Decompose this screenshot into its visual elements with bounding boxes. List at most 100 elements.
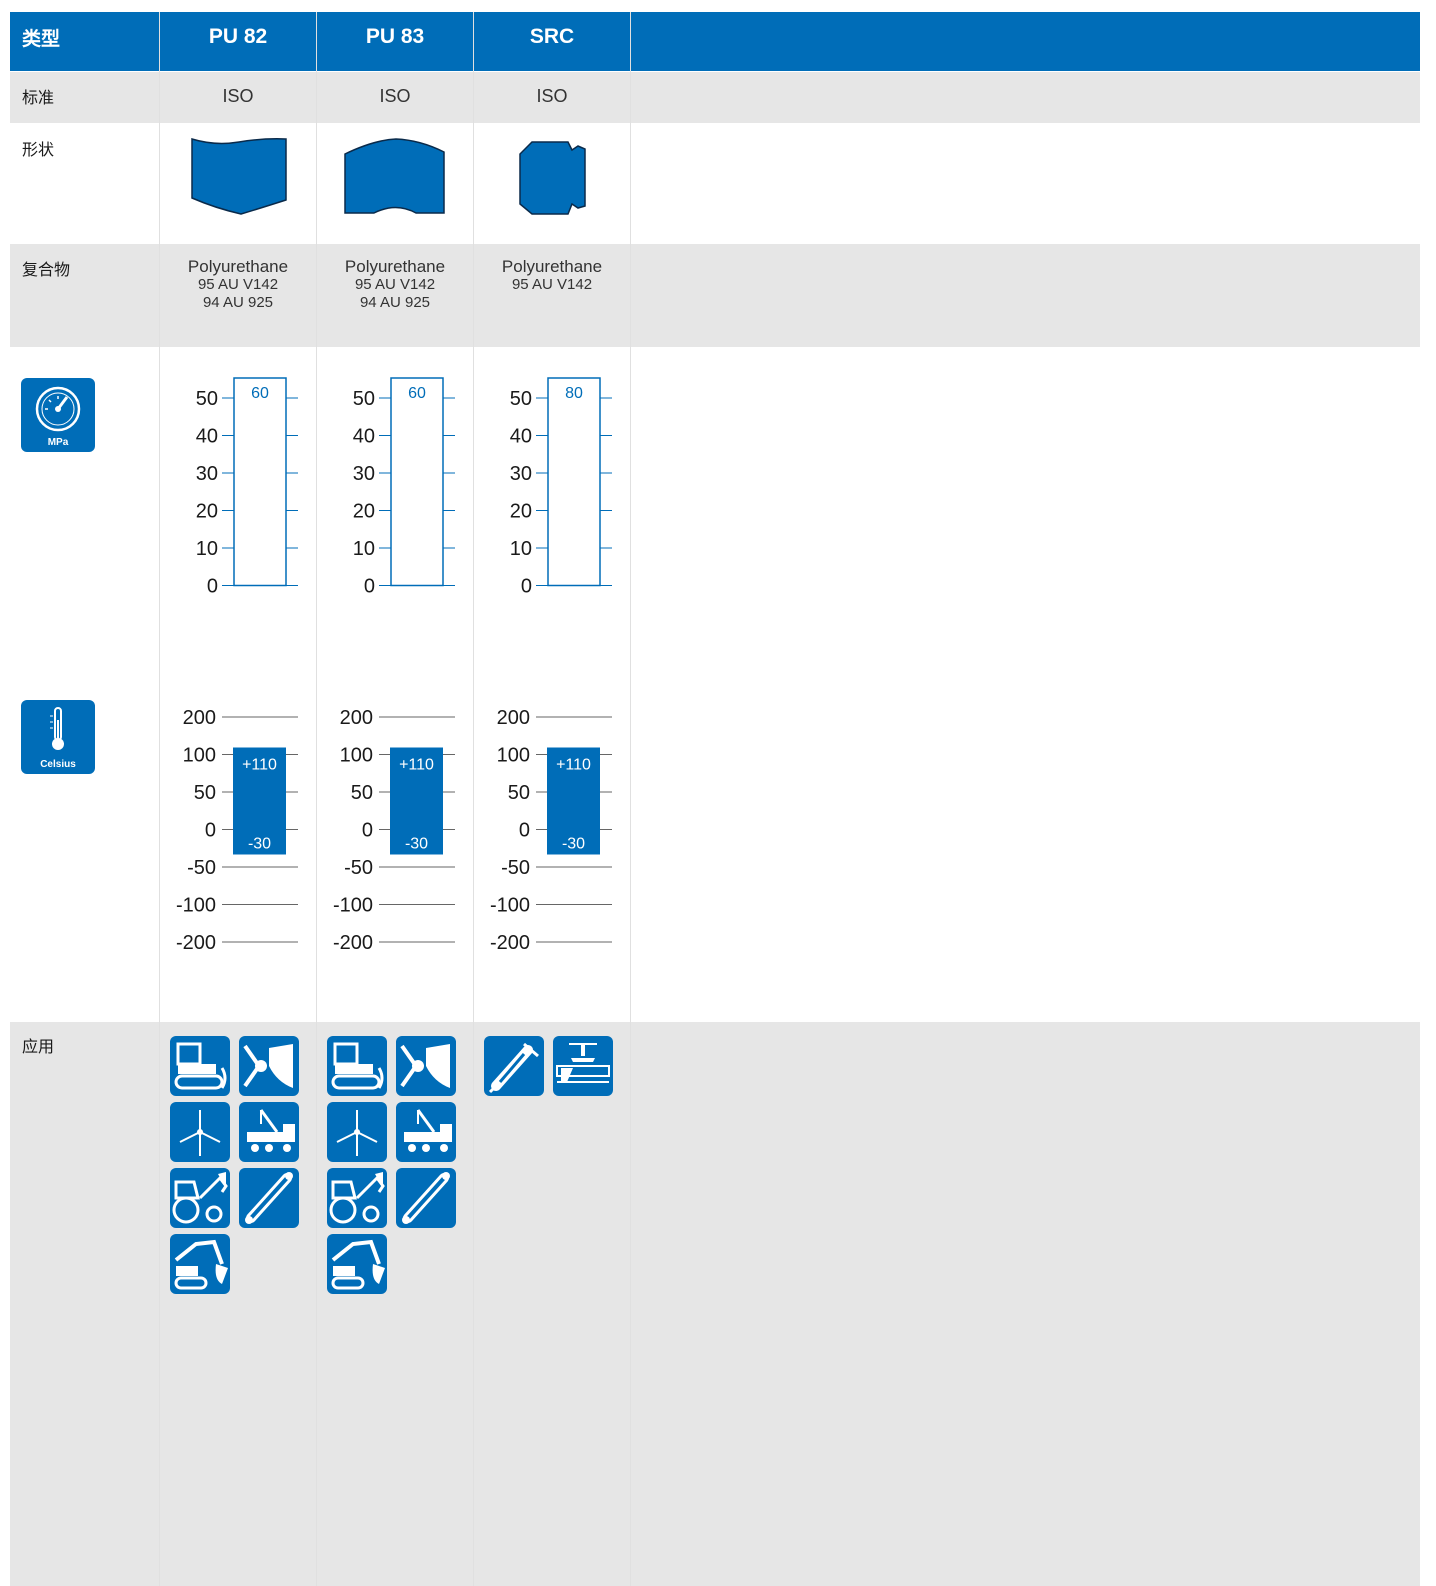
- standard-row-label: 标准: [22, 88, 55, 107]
- pressure-badge: MPa: [21, 378, 95, 452]
- pressure-tick-label: 40: [196, 426, 218, 448]
- bucket-loader-icon: [396, 1036, 456, 1096]
- product-title-pu82: PU 82: [208, 25, 268, 48]
- seal-profile-pu82: [191, 138, 287, 215]
- pressure-max-label: 60: [251, 385, 269, 402]
- product-title-src: SRC: [529, 25, 575, 48]
- press-machine-icon: [553, 1036, 613, 1096]
- tractor-loader-icon: [170, 1168, 230, 1228]
- shape-row-label: 形状: [22, 140, 55, 159]
- pressure-tick-label: 0: [364, 576, 375, 598]
- material-name: Polyurethane: [187, 257, 289, 276]
- crawler-dozer-icon: [327, 1036, 387, 1096]
- temperature-tick-label: -50: [344, 857, 373, 879]
- material-name: Polyurethane: [501, 257, 603, 276]
- pressure-tick-label: 10: [196, 538, 218, 560]
- temperature-tick-label: 0: [205, 820, 216, 842]
- pressure-tick-label: 0: [521, 576, 532, 598]
- compound-cell-pu83: Polyurethane 95 AU V142 94 AU 925: [317, 258, 473, 312]
- pressure-tick-label: 20: [510, 501, 532, 523]
- temperature-tick-label: 100: [340, 745, 373, 767]
- temperature-chart-pu83: 200 100 50 0 -50 -100 -200 +110 -30: [333, 707, 455, 954]
- tractor-loader-icon: [327, 1168, 387, 1228]
- excavator-icon: [327, 1234, 387, 1294]
- material-grade: 94 AU 925: [359, 294, 431, 311]
- material-grade: 95 AU V142: [511, 276, 593, 293]
- pressure-tick-label: 40: [353, 426, 375, 448]
- standard-value: ISO: [222, 86, 254, 106]
- pressure-tick-label: 0: [207, 576, 218, 598]
- pressure-chart-pu82: 50 40 30 20 10 0 60: [196, 377, 298, 598]
- pressure-tick-label: 50: [510, 388, 532, 410]
- pressure-tick-label: 30: [196, 463, 218, 485]
- temperature-tick-label: 200: [183, 707, 216, 729]
- temperature-tick-label: 50: [508, 782, 530, 804]
- temperature-tick-label: 100: [497, 745, 530, 767]
- jackhammer-icon: [484, 1036, 544, 1096]
- compound-cell-src: Polyurethane 95 AU V142: [474, 258, 630, 294]
- temperature-min-label: -30: [562, 836, 585, 853]
- temperature-tick-label: 100: [183, 745, 216, 767]
- wind-turbine-icon: [327, 1102, 387, 1162]
- temperature-tick-label: 200: [340, 707, 373, 729]
- temperature-tick-label: -200: [490, 932, 530, 954]
- crawler-dozer-icon: [170, 1036, 230, 1096]
- application-icons-pu83: [327, 1036, 467, 1296]
- application-row-label: 应用: [22, 1037, 55, 1056]
- pressure-tick-label: 20: [196, 501, 218, 523]
- standard-value: ISO: [536, 86, 568, 106]
- truck-crane-icon: [239, 1102, 299, 1162]
- compound-cell-pu82: Polyurethane 95 AU V142 94 AU 925: [160, 258, 316, 312]
- temperature-tick-label: -100: [333, 895, 373, 917]
- pressure-chart-src: 50 40 30 20 10 0 80: [510, 377, 612, 598]
- temperature-tick-label: -200: [333, 932, 373, 954]
- pressure-tick-label: 10: [353, 538, 375, 560]
- temperature-max-label: +110: [242, 757, 277, 774]
- temperature-tick-label: -100: [490, 895, 530, 917]
- pressure-tick-label: 40: [510, 426, 532, 448]
- temperature-tick-label: 200: [497, 707, 530, 729]
- pressure-range-bar: [233, 377, 287, 587]
- standard-value: ISO: [379, 86, 411, 106]
- hydraulic-cylinder-icon: [396, 1168, 456, 1228]
- type-label: 类型: [22, 28, 61, 50]
- temperature-tick-label: -100: [176, 895, 216, 917]
- application-icons-pu82: [170, 1036, 310, 1296]
- temperature-chart-src: 200 100 50 0 -50 -100 -200 +110 -30: [490, 707, 612, 954]
- pressure-max-label: 60: [408, 385, 426, 402]
- application-icons-src: [484, 1036, 624, 1296]
- bucket-loader-icon: [239, 1036, 299, 1096]
- column-divider: [630, 12, 631, 1586]
- pressure-tick-label: 20: [353, 501, 375, 523]
- wind-turbine-icon: [170, 1102, 230, 1162]
- temperature-badge: Celsius: [21, 700, 95, 774]
- temperature-tick-label: 0: [362, 820, 373, 842]
- product-title-pu83: PU 83: [365, 25, 425, 48]
- temperature-max-label: +110: [556, 757, 591, 774]
- truck-crane-icon: [396, 1102, 456, 1162]
- material-name: Polyurethane: [344, 257, 446, 276]
- temperature-max-label: +110: [399, 757, 434, 774]
- temperature-tick-label: -200: [176, 932, 216, 954]
- material-grade: 95 AU V142: [354, 276, 436, 293]
- pressure-chart-pu83: 50 40 30 20 10 0 60: [353, 377, 455, 598]
- pressure-tick-label: 30: [353, 463, 375, 485]
- pressure-tick-label: 50: [353, 388, 375, 410]
- temperature-tick-label: -50: [187, 857, 216, 879]
- temperature-chart-pu82: 200 100 50 0 -50 -100 -200 +110 -30: [176, 707, 298, 954]
- temperature-min-label: -30: [405, 836, 428, 853]
- temperature-tick-label: 0: [519, 820, 530, 842]
- pressure-tick-label: 30: [510, 463, 532, 485]
- pressure-range-bar: [390, 377, 444, 587]
- seal-profile-pu83: [344, 138, 445, 214]
- pressure-unit-label: MPa: [47, 437, 69, 448]
- pressure-max-label: 80: [565, 385, 583, 402]
- hydraulic-cylinder-icon: [239, 1168, 299, 1228]
- material-grade: 94 AU 925: [202, 294, 274, 311]
- material-grade: 95 AU V142: [197, 276, 279, 293]
- excavator-icon: [170, 1234, 230, 1294]
- temperature-tick-label: 50: [351, 782, 373, 804]
- pressure-tick-label: 10: [510, 538, 532, 560]
- temperature-min-label: -30: [248, 836, 271, 853]
- temperature-tick-label: -50: [501, 857, 530, 879]
